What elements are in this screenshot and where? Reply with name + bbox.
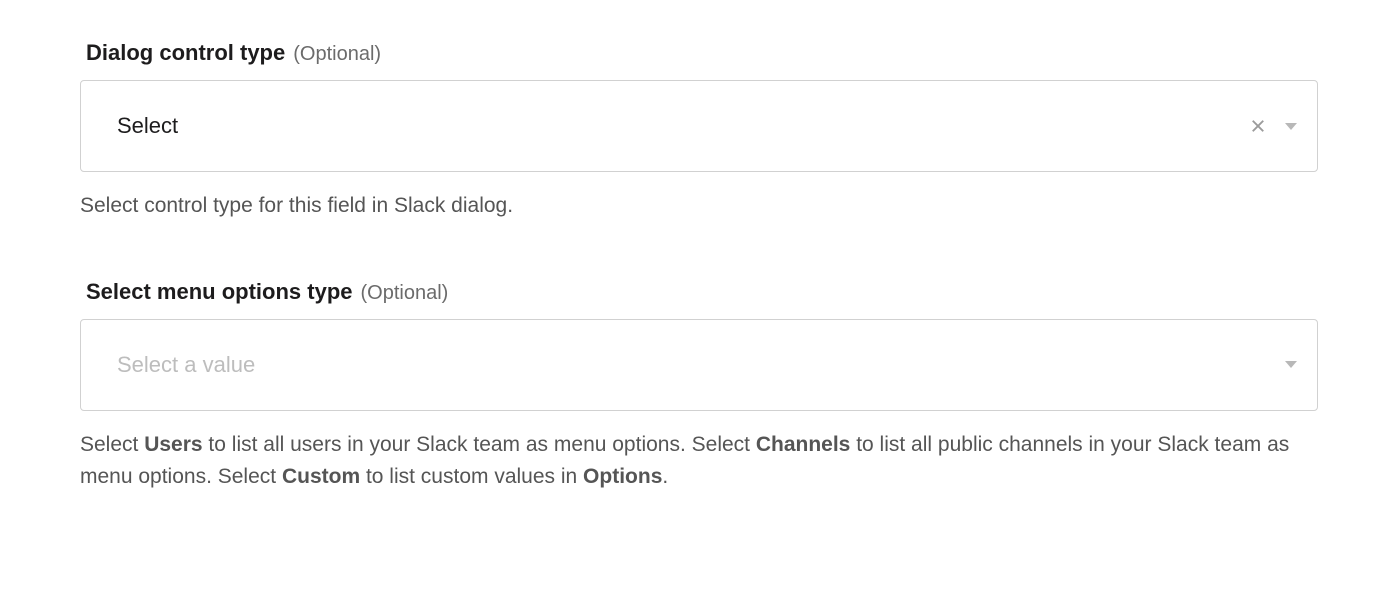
- select-placeholder: Select a value: [117, 352, 1285, 378]
- select-menu-options-type-group: Select menu options type (Optional) Sele…: [80, 279, 1318, 494]
- dialog-control-type-group: Dialog control type (Optional) Select Se…: [80, 40, 1318, 223]
- help-text-bold: Custom: [282, 465, 360, 488]
- chevron-down-icon[interactable]: [1285, 123, 1297, 130]
- dialog-control-type-select[interactable]: Select: [80, 80, 1318, 172]
- dialog-control-type-label: Dialog control type: [86, 40, 285, 66]
- help-text-segment: Select: [80, 433, 144, 456]
- close-icon[interactable]: [1249, 117, 1267, 135]
- optional-hint: (Optional): [361, 282, 449, 305]
- field-label: Select menu options type (Optional): [80, 279, 1318, 305]
- help-text-segment: to list all users in your Slack team as …: [203, 433, 756, 456]
- optional-hint: (Optional): [293, 43, 381, 66]
- select-menu-options-type-label: Select menu options type: [86, 279, 353, 305]
- help-text-bold: Users: [144, 433, 202, 456]
- help-text-bold: Channels: [756, 433, 851, 456]
- help-text-bold: Options: [583, 465, 662, 488]
- chevron-down-icon[interactable]: [1285, 361, 1297, 368]
- field-label: Dialog control type (Optional): [80, 40, 1318, 66]
- help-text-segment: .: [662, 465, 668, 488]
- select-icons: [1249, 117, 1297, 135]
- select-value: Select: [117, 113, 1249, 139]
- help-text: Select Users to list all users in your S…: [80, 429, 1318, 494]
- select-menu-options-type-select[interactable]: Select a value: [80, 319, 1318, 411]
- select-icons: [1285, 361, 1297, 368]
- help-text-segment: to list custom values in: [360, 465, 583, 488]
- help-text: Select control type for this field in Sl…: [80, 190, 1318, 223]
